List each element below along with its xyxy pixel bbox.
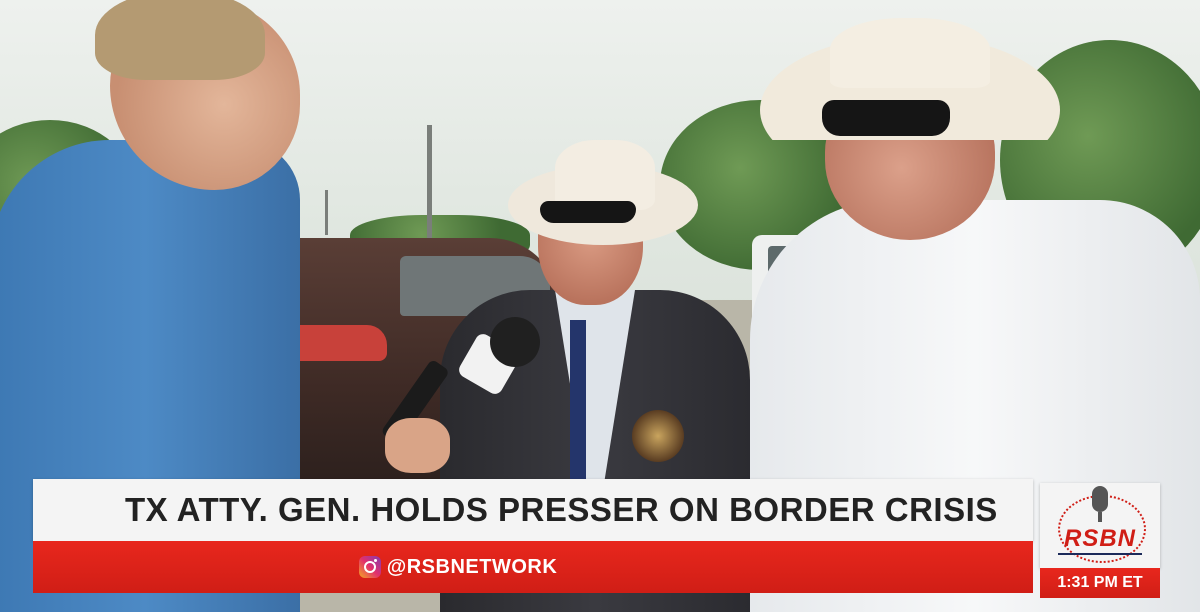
timestamp-text: 1:31 PM ET xyxy=(1057,574,1143,591)
social-handle-group: @RSBNETWORK xyxy=(358,555,558,579)
rancher-hat-crown xyxy=(830,18,990,88)
reporter-hair xyxy=(95,0,265,80)
microphone-head xyxy=(490,317,540,367)
logo-underline xyxy=(1058,553,1142,555)
microphone-icon xyxy=(1092,486,1108,522)
light-pole xyxy=(427,125,432,240)
lower-third: TX ATTY. GEN. HOLDS PRESSER ON BORDER CR… xyxy=(33,479,1033,593)
timestamp-box: 1:31 PM ET xyxy=(1040,568,1160,598)
network-logo: RSBN xyxy=(1040,483,1160,568)
headline-text: TX ATTY. GEN. HOLDS PRESSER ON BORDER CR… xyxy=(125,491,998,528)
sheriff-hat-crown xyxy=(555,140,655,210)
social-handle-bar: @RSBNETWORK xyxy=(33,541,1033,593)
reporter-hand xyxy=(385,418,450,473)
sheriff-sunglasses xyxy=(540,201,636,223)
logo-text: RSBN xyxy=(1063,525,1136,552)
social-handle-text: @RSBNETWORK xyxy=(386,555,558,578)
microphone xyxy=(380,317,540,446)
instagram-icon xyxy=(358,556,381,578)
headline-bar: TX ATTY. GEN. HOLDS PRESSER ON BORDER CR… xyxy=(33,479,1033,541)
sheriff-tie xyxy=(570,320,586,480)
rancher-sunglasses xyxy=(822,100,950,136)
sheriff-badge xyxy=(632,410,684,462)
light-pole-2 xyxy=(325,190,328,235)
